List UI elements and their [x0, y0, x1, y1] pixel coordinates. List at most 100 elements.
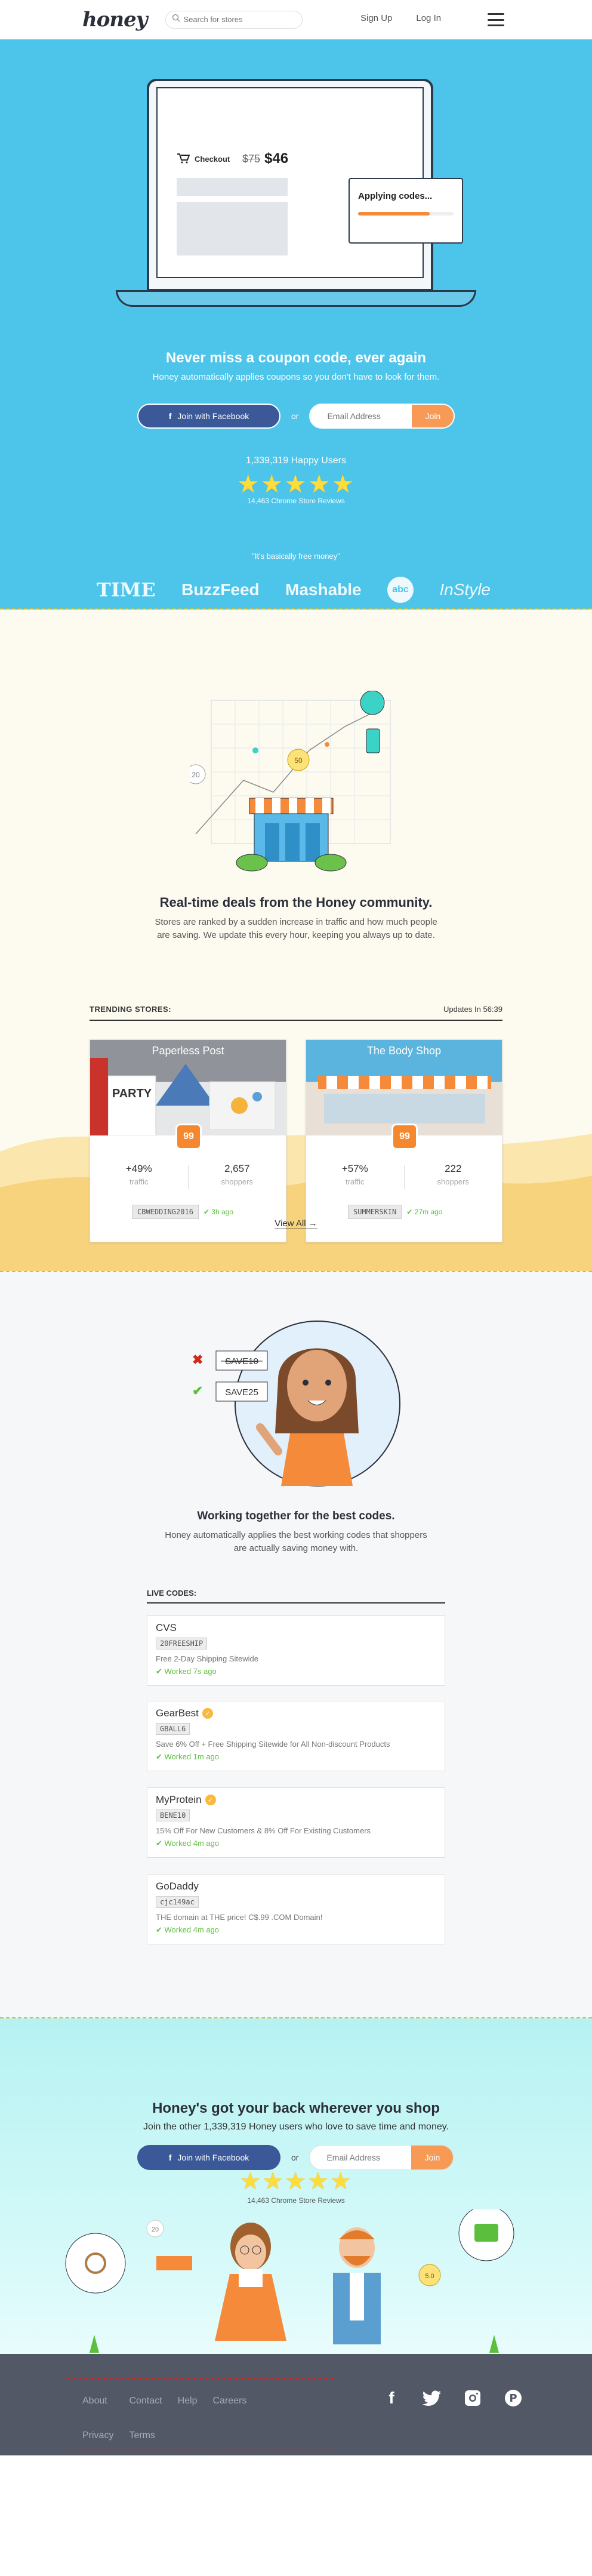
live-store-name: CVS: [156, 1622, 177, 1633]
coin-20: 20: [152, 2226, 159, 2233]
svg-text:✔: ✔: [192, 1383, 203, 1398]
live-worked: ✔ Worked 1m ago: [156, 1752, 220, 1761]
traffic-label: traffic: [129, 1177, 149, 1186]
coupon-code[interactable]: SUMMERSKIN: [348, 1205, 402, 1219]
store-stats: +57% traffic 222 shoppers: [306, 1163, 502, 1189]
shoppers-value: 2,657: [224, 1163, 250, 1174]
live-worked: ✔ Worked 4m ago: [156, 1839, 220, 1848]
email-input[interactable]: [310, 405, 412, 427]
live-store-name: GearBest ✓: [156, 1707, 436, 1719]
email-signup: Join: [309, 2145, 454, 2170]
hamburger-menu-icon[interactable]: [488, 13, 504, 26]
trending-store-illustration: 20 50: [190, 691, 391, 872]
coin-50: 50: [294, 756, 303, 765]
pinterest-icon[interactable]: P: [504, 2389, 523, 2408]
view-all-link[interactable]: View All →: [0, 1218, 592, 1229]
cart-icon: [177, 153, 190, 165]
svg-text:✖: ✖: [192, 1352, 203, 1367]
live-subtitle: Honey automatically applies the best wor…: [165, 1530, 427, 1553]
live-code[interactable]: BENE10: [156, 1809, 190, 1821]
footer-link-help[interactable]: Help: [178, 2396, 198, 2406]
search-input[interactable]: [183, 15, 291, 24]
live-code-desc: Save 6% Off + Free Shipping Sitewide for…: [156, 1740, 390, 1749]
footer-link-terms[interactable]: Terms: [129, 2430, 162, 2441]
buzzfeed-logo: BuzzFeed: [181, 580, 260, 599]
store-stats: +49% traffic 2,657 shoppers: [90, 1163, 286, 1189]
store-card[interactable]: PARTY Paperless Post 99 +49% traffic 2,65…: [90, 1039, 286, 1242]
live-code[interactable]: GBALL6: [156, 1723, 190, 1735]
store-card-image: The Body Shop: [306, 1040, 502, 1135]
coupon-code[interactable]: CBWEDDING2016: [132, 1205, 199, 1219]
coin-50: 5.0: [425, 2273, 434, 2280]
applying-progress-bar: [358, 212, 454, 216]
facebook-icon: f: [168, 2153, 172, 2162]
instagram-icon[interactable]: [463, 2389, 482, 2408]
store-name: The Body Shop: [366, 1045, 442, 1057]
login-link[interactable]: Log In: [416, 13, 441, 23]
rating-stars: ★★★★★: [236, 470, 356, 498]
rating-stars: ★★★★★: [239, 2168, 353, 2195]
honey-logo[interactable]: honey: [82, 8, 148, 32]
coin-20: 20: [192, 771, 200, 779]
footer-link-about[interactable]: About: [82, 2396, 113, 2406]
join-facebook-label: Join with Facebook: [177, 411, 249, 421]
live-code-card[interactable]: GearBest ✓ GBALL6 Save 6% Off + Free Ship…: [147, 1701, 445, 1771]
placeholder-block: [177, 202, 288, 256]
honey-score-badge: 99: [175, 1124, 202, 1150]
good-code: SAVE25: [225, 1387, 258, 1398]
trending-subtitle: Stores are ranked by a sudden increase i…: [155, 917, 437, 940]
or-divider: or: [291, 2153, 299, 2162]
or-divider: or: [291, 411, 299, 421]
laptop-base: [116, 290, 476, 307]
email-input[interactable]: [310, 2146, 412, 2169]
new-price: $46: [264, 150, 289, 167]
hero-signup-form: f Join with Facebook or Join: [137, 404, 455, 429]
social-links: f P: [382, 2389, 523, 2408]
applying-label: Applying codes...: [358, 191, 433, 201]
verified-icon: ✓: [202, 1708, 213, 1719]
live-code-card[interactable]: MyProtein ✓ BENE10 15% Off For New Custom…: [147, 1787, 445, 1858]
live-code-card[interactable]: GoDaddy cjc149ac THE domain at THE price…: [147, 1874, 445, 1944]
live-worked: ✔ Worked 7s ago: [156, 1667, 217, 1676]
old-price: $75: [242, 153, 261, 165]
happy-users-count: 1,339,319 Happy Users: [245, 456, 347, 466]
join-button[interactable]: Join: [412, 405, 454, 427]
live-code-card[interactable]: CVS 20FREESHIP Free 2-Day Shipping Sitew…: [147, 1615, 445, 1686]
good-code-row: ✔ SAVE25: [192, 1381, 268, 1402]
live-worked: ✔ Worked 4m ago: [156, 1925, 220, 1934]
press-quote: "It's basically free money": [252, 552, 340, 561]
site-header: honey Sign Up Log In: [0, 0, 592, 39]
shoppers-illustration: 20 5.0: [65, 2209, 514, 2353]
traffic-value: +57%: [341, 1163, 368, 1174]
join-facebook-button[interactable]: f Join with Facebook: [137, 404, 280, 429]
hero-section: Checkout $75 $46 Applying codes... Never…: [0, 39, 592, 610]
bottom-title: Honey's got your back wherever you shop: [152, 2100, 440, 2116]
store-card-image: PARTY Paperless Post: [90, 1040, 286, 1135]
live-code[interactable]: cjc149ac: [156, 1896, 199, 1908]
bottom-signup-form: f Join with Facebook or Join: [137, 2145, 454, 2170]
footer-link-careers[interactable]: Careers: [213, 2396, 247, 2406]
checkout-row: Checkout: [177, 153, 230, 165]
signup-link[interactable]: Sign Up: [360, 13, 392, 23]
footer-link-privacy[interactable]: Privacy: [82, 2430, 113, 2441]
store-code-row: SUMMERSKIN ✔ 27m ago: [348, 1205, 442, 1219]
footer-link-contact[interactable]: Contact: [129, 2396, 162, 2406]
search-bar[interactable]: [165, 10, 303, 29]
worked-time: ✔ 3h ago: [203, 1208, 234, 1216]
shoppers-label: shoppers: [437, 1177, 469, 1186]
store-card[interactable]: The Body Shop 99 +57% traffic 222 shoppers…: [306, 1039, 502, 1242]
hero-title: Never miss a coupon code, ever again: [165, 350, 427, 366]
chrome-reviews: 14,463 Chrome Store Reviews: [247, 2196, 345, 2205]
live-code[interactable]: 20FREESHIP: [156, 1638, 208, 1649]
bottom-subtitle: Join the other 1,339,319 Honey users who…: [143, 2122, 449, 2132]
instyle-logo: InStyle: [439, 580, 491, 599]
join-facebook-button[interactable]: f Join with Facebook: [137, 2145, 280, 2170]
trending-header: TRENDING STORES: Updates In 56:39: [90, 1005, 502, 1021]
facebook-icon[interactable]: f: [382, 2389, 401, 2408]
join-button[interactable]: Join: [411, 2146, 454, 2169]
live-codes-label: LIVE CODES:: [147, 1589, 445, 1604]
mashable-logo: Mashable: [285, 580, 362, 599]
bottom-cta-section: Honey's got your back wherever you shop …: [0, 2018, 592, 2455]
twitter-icon[interactable]: [423, 2389, 442, 2408]
abc-logo: abc: [387, 577, 414, 603]
